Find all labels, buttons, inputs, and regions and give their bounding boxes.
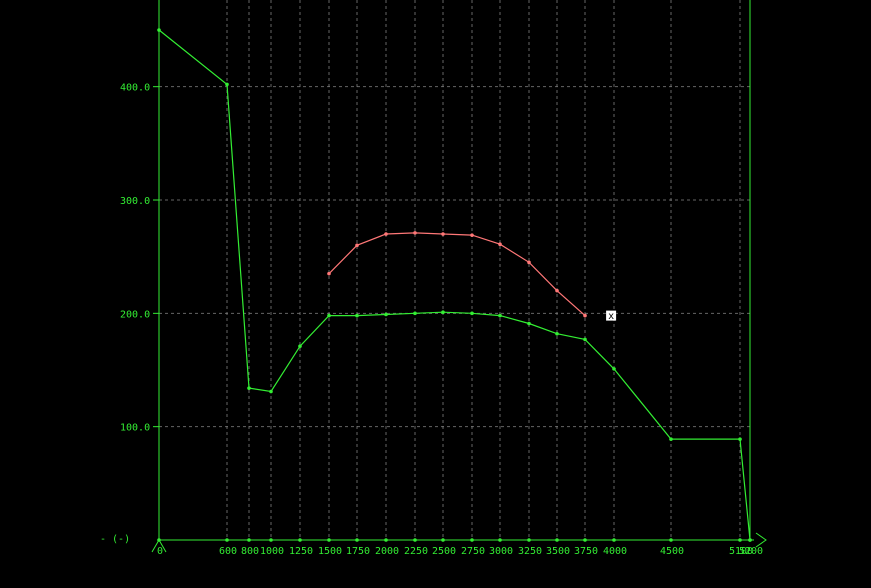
- tick-labels: 0 600 800 1000 1250 1500 1750 2000 2250 2500 2750 3…: [120, 83, 763, 557]
- x-tick-label: 5200: [739, 546, 763, 557]
- x-axis-point: [583, 538, 587, 542]
- x-axis-point: [669, 538, 673, 542]
- series-2-point: [612, 367, 616, 371]
- series-2-point: [669, 437, 673, 441]
- series-2-point: [413, 311, 417, 316]
- series-2-point: [157, 28, 161, 32]
- series-1-point: [441, 232, 445, 236]
- cursor-mark: x: [608, 311, 614, 322]
- line-chart: 0 600 800 1000 1250 1500 1750 2000 2250 2500 2750 3…: [100, 0, 767, 557]
- x-tick-label: 4000: [603, 546, 627, 557]
- series-2-point: [327, 313, 331, 318]
- series-group: [157, 28, 752, 542]
- series-2-point: [355, 313, 359, 318]
- x-tick-label: 600: [219, 546, 237, 557]
- series-2-point: [298, 344, 302, 349]
- x-axis-point: [738, 538, 742, 542]
- series-1-point: [498, 242, 502, 247]
- x-axis-point: [384, 538, 388, 542]
- series-2-point: [384, 312, 388, 317]
- x-axis-point: [298, 538, 302, 542]
- x-tick-label: 2500: [432, 546, 456, 557]
- x-tick-label: 3000: [489, 546, 513, 557]
- x-axis-point: [527, 538, 531, 542]
- x-tick-label: 1250: [289, 546, 313, 557]
- x-axis-point: [157, 538, 161, 542]
- x-axis-point: [225, 538, 229, 542]
- x-axis-point: [355, 538, 359, 542]
- y-tick-label: 400.0: [120, 83, 150, 94]
- x-tick-label: 1750: [346, 546, 370, 557]
- series-2-point: [583, 337, 587, 342]
- x-tick-label: 2750: [461, 546, 485, 557]
- x-axis-arrow: [755, 532, 767, 548]
- x-tick-label: 3250: [518, 546, 542, 557]
- x-axis-point: [247, 538, 251, 542]
- series-2-point: [498, 313, 502, 318]
- x-axis-point: [413, 538, 417, 542]
- x-tick-label: 2000: [375, 546, 399, 557]
- series-2-point: [738, 437, 742, 441]
- x-tick-label: 3500: [546, 546, 570, 557]
- x-tick-label: 1500: [318, 546, 342, 557]
- x-tick-label: 1000: [260, 546, 284, 557]
- y-tick-label: 200.0: [120, 309, 150, 320]
- series-2-point: [555, 331, 559, 336]
- series-1-point: [527, 260, 531, 265]
- x-tick-label: 0: [157, 546, 163, 557]
- x-axis-point: [498, 538, 502, 542]
- series-2-point: [441, 310, 445, 315]
- x-axis-point: [612, 538, 616, 542]
- x-tick-label: 3750: [574, 546, 598, 557]
- x-axis-point: [748, 538, 752, 542]
- x-axis-point: [269, 538, 273, 542]
- x-axis-point: [555, 538, 559, 542]
- series-1-point: [413, 231, 417, 235]
- cursor-marker[interactable]: x: [606, 310, 617, 323]
- x-tick-label: 2250: [404, 546, 428, 557]
- grid-lines: [153, 0, 750, 540]
- x-tick-label: 4500: [660, 546, 684, 557]
- y-tick-label: 300.0: [120, 196, 150, 207]
- series-2-point: [470, 311, 474, 316]
- x-axis-point: [441, 538, 445, 542]
- series-2-point: [269, 389, 273, 394]
- series-line-2: [158, 29, 751, 541]
- series-1-point: [470, 233, 474, 237]
- x-axis-point: [470, 538, 474, 542]
- x-axis-point: [327, 538, 331, 542]
- axes: [151, 0, 767, 553]
- series-2-point: [527, 321, 531, 326]
- series-1-point: [555, 288, 559, 293]
- series-line-1: [328, 232, 586, 317]
- series-1-point: [384, 232, 388, 236]
- series-1-point: [327, 271, 331, 276]
- y-tick-label: 100.0: [120, 423, 150, 434]
- series-1-point: [583, 313, 587, 318]
- x-tick-label: 800: [241, 546, 259, 557]
- series-2-point: [247, 386, 251, 390]
- y-axis-label: - (-): [100, 534, 130, 545]
- series-2-point: [225, 82, 229, 87]
- series-1-point: [355, 243, 359, 248]
